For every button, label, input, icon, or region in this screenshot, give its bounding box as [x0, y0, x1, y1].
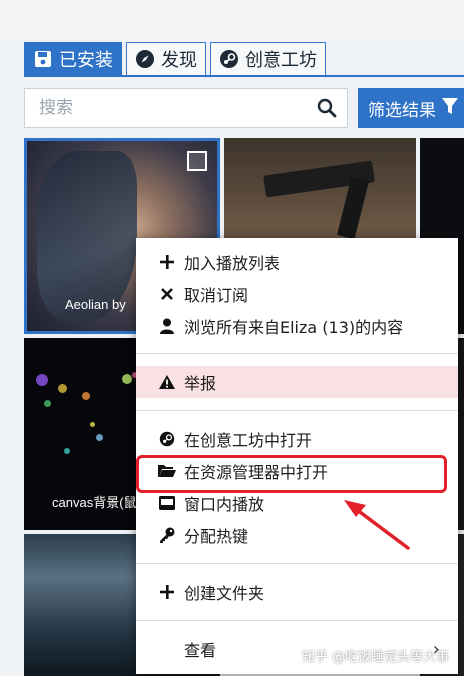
red-arrow-icon	[344, 500, 410, 550]
watermark: 知乎 @吃饭睡觉头等大事	[302, 650, 450, 665]
